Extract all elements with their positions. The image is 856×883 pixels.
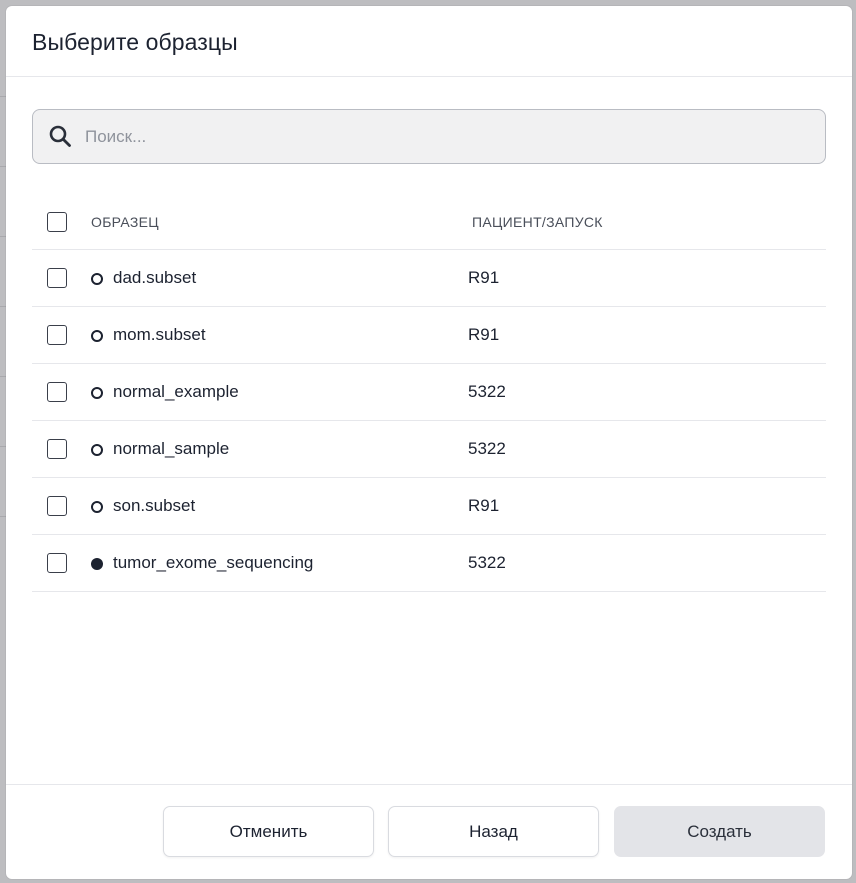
table-row[interactable]: dad.subset R91: [32, 250, 826, 307]
search-box[interactable]: [32, 109, 826, 164]
sample-name: normal_sample: [113, 439, 230, 458]
column-header-patient[interactable]: ПАЦИЕНТ/ЗАПУСК: [472, 214, 603, 230]
table-header: ОБРАЗЕЦ ПАЦИЕНТ/ЗАПУСК: [32, 194, 826, 250]
create-button[interactable]: Создать: [614, 806, 825, 857]
circle-outline-icon: [91, 273, 103, 285]
sample-name: son.subset: [113, 496, 196, 515]
dialog-footer: Отменить Назад Создать: [6, 784, 852, 879]
select-all-checkbox[interactable]: [47, 212, 67, 232]
table-row[interactable]: son.subset R91: [32, 478, 826, 535]
sample-name: normal_example: [113, 382, 239, 401]
patient-run: R91: [468, 268, 500, 287]
cancel-button[interactable]: Отменить: [163, 806, 374, 857]
sample-name: dad.subset: [113, 268, 197, 287]
table-row[interactable]: mom.subset R91: [32, 307, 826, 364]
row-checkbox[interactable]: [47, 325, 67, 345]
patient-run: R91: [468, 325, 500, 344]
patient-run: 5322: [468, 382, 506, 401]
row-checkbox[interactable]: [47, 382, 67, 402]
search-icon: [49, 125, 71, 147]
patient-run: 5322: [468, 439, 506, 458]
row-checkbox[interactable]: [47, 268, 67, 288]
circle-outline-icon: [91, 387, 103, 399]
dialog-title: Выберите образцы: [32, 29, 238, 55]
patient-run: 5322: [468, 553, 506, 572]
column-header-sample[interactable]: ОБРАЗЕЦ: [91, 214, 159, 230]
circle-filled-icon: [91, 558, 103, 570]
sample-name: mom.subset: [113, 325, 206, 344]
row-checkbox[interactable]: [47, 496, 67, 516]
back-button[interactable]: Назад: [388, 806, 599, 857]
circle-outline-icon: [91, 330, 103, 342]
samples-table: ОБРАЗЕЦ ПАЦИЕНТ/ЗАПУСК dad.subset R91 mo…: [32, 194, 826, 592]
row-checkbox[interactable]: [47, 553, 67, 573]
patient-run: R91: [468, 496, 500, 515]
table-row[interactable]: tumor_exome_sequencing 5322: [32, 535, 826, 592]
circle-outline-icon: [91, 501, 103, 513]
select-samples-dialog: Выберите образцы ОБРАЗЕЦ ПАЦИЕНТ/ЗАПУСК …: [6, 6, 852, 879]
table-row[interactable]: normal_sample 5322: [32, 421, 826, 478]
search-input[interactable]: [85, 110, 805, 163]
dialog-header: Выберите образцы: [6, 6, 852, 77]
circle-outline-icon: [91, 444, 103, 456]
sample-name: tumor_exome_sequencing: [113, 553, 314, 572]
row-checkbox[interactable]: [47, 439, 67, 459]
table-row[interactable]: normal_example 5322: [32, 364, 826, 421]
